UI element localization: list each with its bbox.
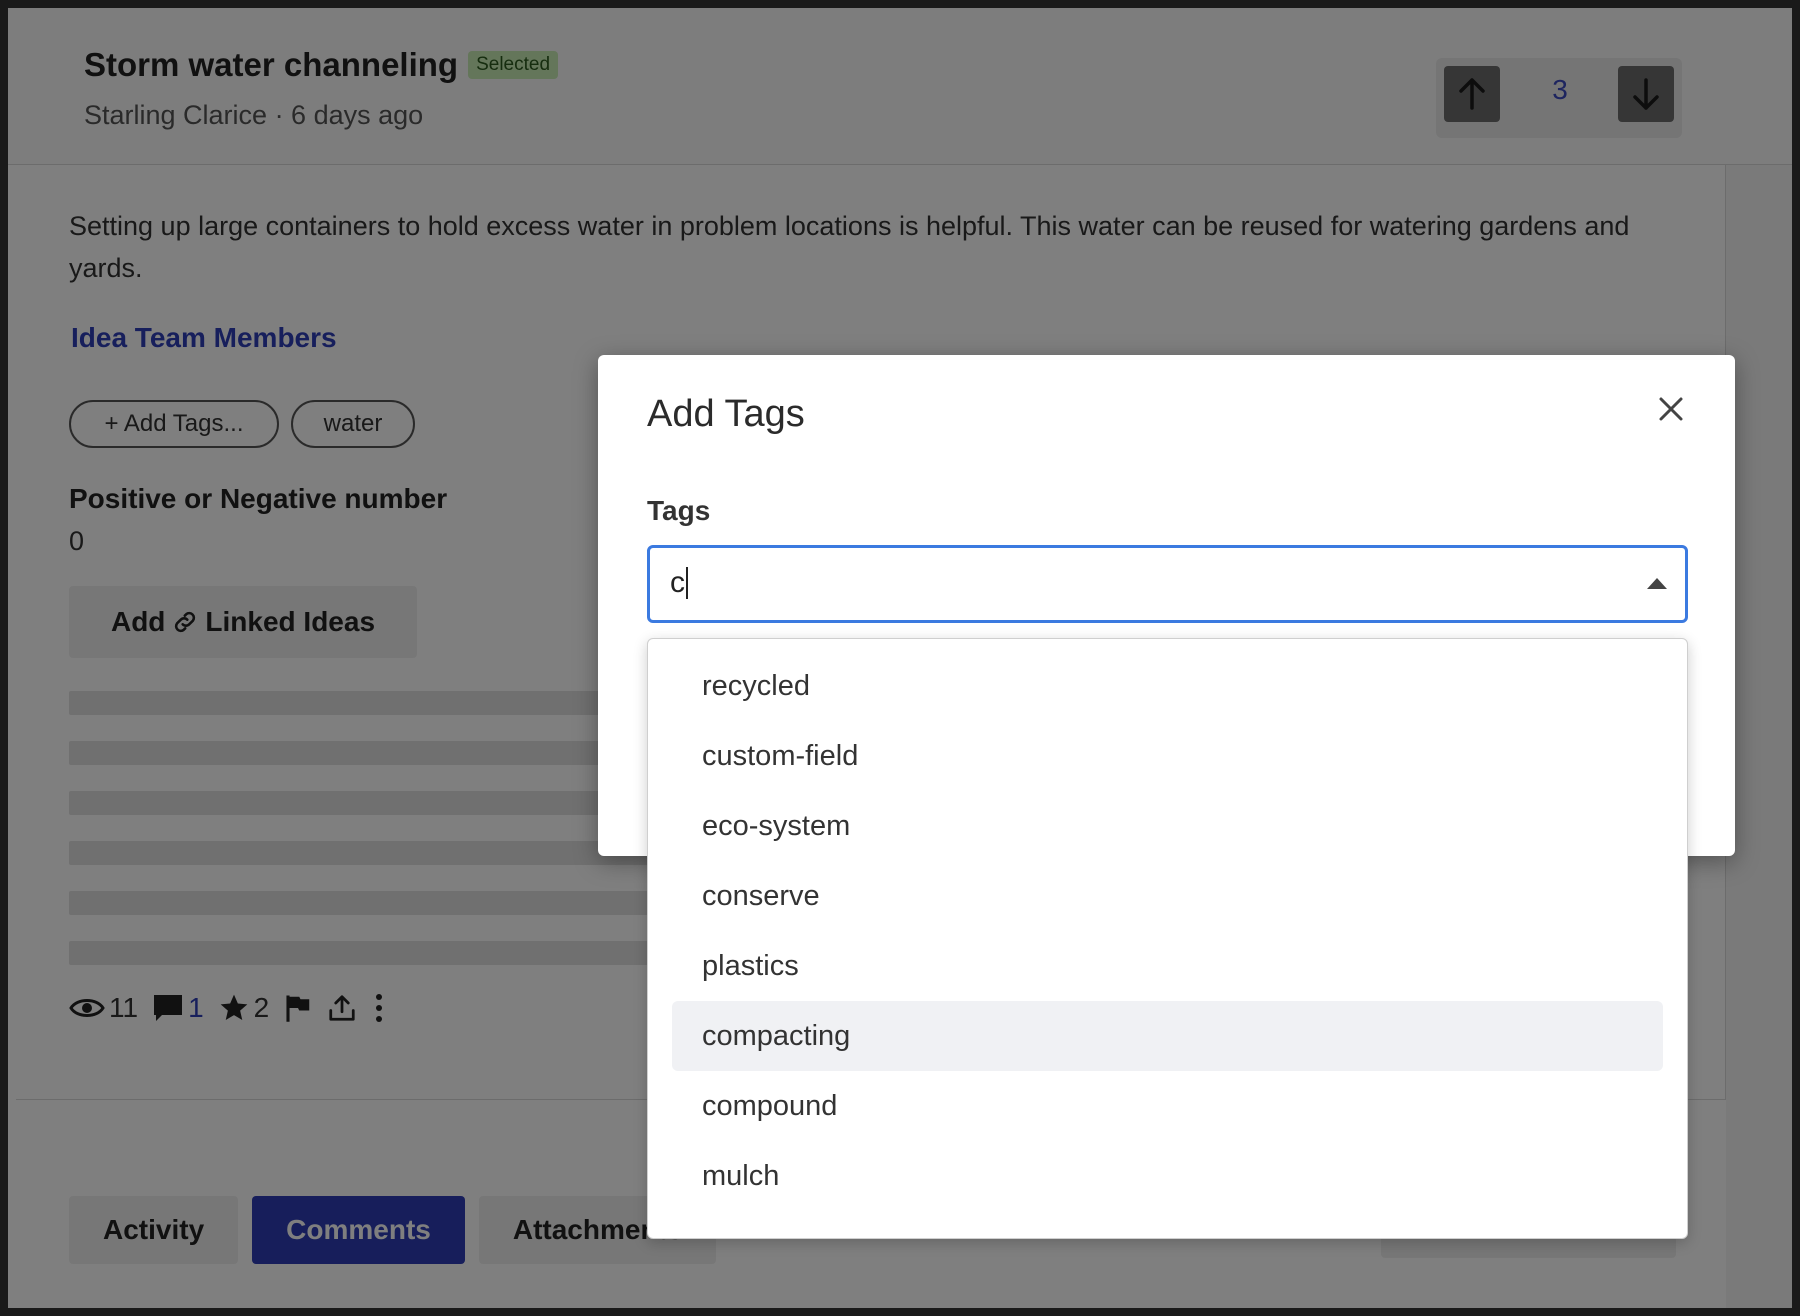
- tags-combobox-input[interactable]: c: [647, 545, 1688, 623]
- app-window: Storm water channeling Selected Starling…: [0, 0, 1800, 1316]
- tags-input-value: c: [670, 566, 685, 599]
- tag-option-eco-system[interactable]: eco-system: [672, 791, 1663, 861]
- tag-option-compacting[interactable]: compacting: [672, 1001, 1663, 1071]
- close-button[interactable]: [1651, 389, 1691, 429]
- text-cursor: [686, 567, 688, 599]
- tag-option-custom-field[interactable]: custom-field: [672, 721, 1663, 791]
- tag-option-plastics[interactable]: plastics: [672, 931, 1663, 1001]
- tag-option-conserve[interactable]: conserve: [672, 861, 1663, 931]
- caret-up-icon[interactable]: [1647, 578, 1667, 589]
- tag-option-mulch[interactable]: mulch: [672, 1141, 1663, 1211]
- dialog-title: Add Tags: [647, 393, 805, 435]
- tags-input-value-wrap: c: [670, 566, 688, 600]
- close-icon: [1659, 397, 1683, 421]
- tag-option-compound[interactable]: compound: [672, 1071, 1663, 1141]
- tag-option-recycled[interactable]: recycled: [672, 651, 1663, 721]
- tags-field-label: Tags: [647, 495, 711, 526]
- tags-dropdown-list: recycled custom-field eco-system conserv…: [647, 638, 1688, 1239]
